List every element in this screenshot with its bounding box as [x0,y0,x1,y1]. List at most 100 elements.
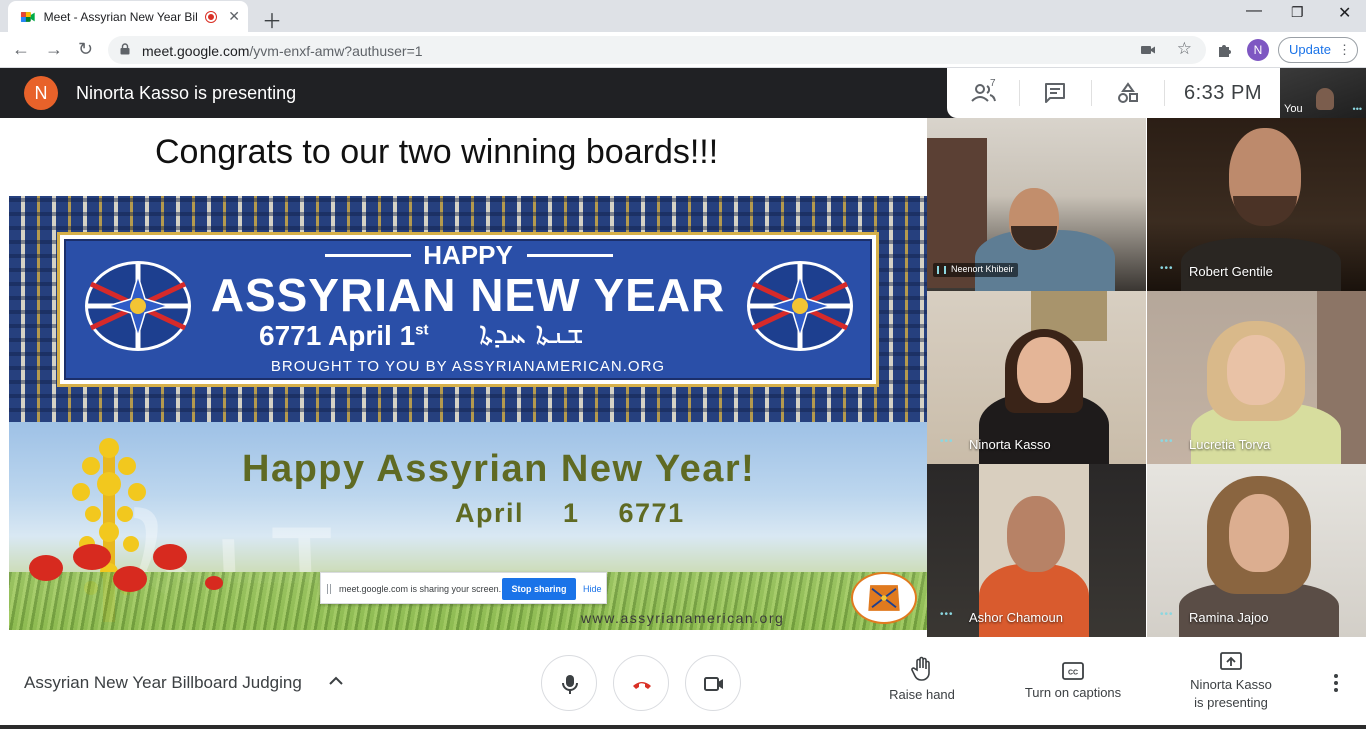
restore-window-icon[interactable]: ❐ [1291,4,1304,21]
audio-dots-icon: ••• [940,609,954,620]
close-window-icon[interactable]: ✕ [1338,3,1351,23]
url-text: meet.google.com/yvm-enxf-amw?authuser=1 [142,43,423,59]
audio-dots-icon: ••• [1160,436,1174,447]
billboard-1-syriac-text: ܫܢܬܐ ܚܕܬܐ [479,316,585,351]
participant-face [1227,335,1285,405]
browser-tab-strip: Meet - Assyrian New Year Bil ✕ ＋ — ❐ ✕ [0,0,1366,34]
self-view-tile[interactable]: You ••• [1280,68,1366,118]
participant-tile[interactable]: Neenort Khibeir [927,118,1146,291]
participant-beard [1233,196,1297,226]
assyrian-american-logo-icon [851,572,917,624]
participant-tile[interactable]: ••• Ashor Chamoun [927,464,1146,637]
captions-button[interactable]: CC Turn on captions [1014,662,1132,702]
self-view-label: You [1284,103,1303,115]
address-bar[interactable]: meet.google.com/yvm-enxf-amw?authuser=1 … [108,36,1206,64]
participant-tile[interactable]: ••• Ninorta Kasso [927,291,1146,464]
participants-button[interactable]: 7 [971,78,999,109]
taskbar-edge [0,725,1366,729]
present-now-button[interactable]: Ninorta Kasso is presenting [1180,652,1282,712]
poppy-flower-icon [73,544,111,570]
more-options-icon[interactable] [1328,672,1344,694]
raise-hand-label: Raise hand [889,687,955,702]
svg-text:CC: CC [1068,670,1078,677]
camera-permission-icon[interactable] [1140,43,1156,57]
closed-captions-icon: CC [1062,662,1084,680]
poppy-flower-icon [205,576,223,590]
video-camera-icon [704,677,723,691]
billboard-1-credit: BROUGHT TO YOU BY ASSYRIANAMERICAN.ORG [270,358,666,375]
divider [1019,80,1020,106]
participant-name: Ramina Jajoo [1189,610,1269,625]
billboard-2-date: April 1 6771 [455,498,685,528]
participant-name: Robert Gentile [1189,264,1273,279]
speaker-label: Neenort Khibeir [933,263,1018,277]
update-label: Update [1289,42,1331,57]
chevron-up-icon[interactable] [327,672,345,690]
billboard-1-date: 6771 April 1st [259,320,429,352]
participant-count: 7 [990,78,996,89]
chat-button[interactable] [1044,82,1066,109]
participant-name: Lucretia Torva [1189,437,1271,452]
microphone-icon [562,675,578,694]
billboard-1-date-suffix: st [415,321,429,339]
billboard-2-website: www.assyrianamerican.org [581,610,785,626]
new-tab-button[interactable]: ＋ [262,5,282,34]
bookmark-star-icon[interactable]: ☆ [1177,39,1192,59]
tab-close-icon[interactable]: ✕ [228,8,240,25]
participant-face [1017,337,1071,403]
billboard-1-happy: HAPPY [423,240,513,270]
drag-handle-icon[interactable] [327,584,331,594]
minimize-window-icon[interactable]: — [1246,2,1262,20]
billboard-1-title: ASSYRIAN NEW YEAR [210,269,726,321]
raise-hand-button[interactable]: Raise hand [880,656,964,704]
extensions-puzzle-icon[interactable] [1216,41,1234,59]
back-arrow-icon[interactable]: ← [12,39,30,60]
recording-indicator-icon [205,10,218,23]
hide-notice-button[interactable]: Hide [583,584,602,594]
poppy-flower-icon [153,544,187,570]
update-button[interactable]: Update ⋮ [1278,37,1358,63]
url-path: /yvm-enxf-amw?authuser=1 [249,43,423,59]
chat-icon [1045,83,1065,103]
billboard-1-date-main: 6771 April 1 [259,320,416,351]
browser-tab[interactable]: Meet - Assyrian New Year Bil ✕ [8,1,248,32]
participant-tile[interactable]: ••• Ramina Jajoo [1147,464,1366,637]
self-view-person [1316,88,1334,110]
divider [1091,80,1092,106]
divider [1164,80,1165,106]
microphone-button[interactable] [541,655,597,711]
presenting-label-line1: Ninorta Kasso [1190,677,1272,692]
participant-name: Neenort Khibeir [951,264,1014,274]
hang-up-icon [633,682,651,689]
activities-button[interactable] [1117,82,1139,109]
slide-heading: Congrats to our two winning boards!!! [155,133,719,171]
raise-hand-icon [911,656,930,681]
captions-label: Turn on captions [1024,685,1122,700]
forward-arrow-icon[interactable]: → [45,39,63,60]
billboard-1: HAPPY ASSYRIAN NEW YEAR 6771 April 1st ܫ… [9,196,927,422]
leave-call-button[interactable] [613,655,669,711]
participant-tile[interactable]: ••• Lucretia Torva [1147,291,1366,464]
self-audio-dots-icon: ••• [1352,104,1362,114]
poppy-flower-icon [29,555,63,581]
meeting-controls-bar: Assyrian New Year Billboard Judging Rais… [0,638,1366,729]
audio-level-icon [937,266,946,274]
screen-share-notice: meet.google.com is sharing your screen. … [320,572,607,604]
profile-avatar[interactable]: N [1247,39,1269,61]
stop-sharing-button[interactable]: Stop sharing [502,578,576,600]
audio-dots-icon: ••• [940,436,954,447]
reload-icon[interactable]: ↻ [78,39,93,60]
participant-body [979,564,1089,637]
url-host: meet.google.com [142,43,250,59]
audio-dots-icon: ••• [1160,263,1174,274]
participant-tile[interactable]: ••• Robert Gentile [1147,118,1366,291]
presenter-avatar: N [24,76,58,110]
activities-shapes-icon [1118,82,1138,103]
google-meet-favicon-icon [20,11,35,22]
participant-name: Ninorta Kasso [969,437,1051,452]
camera-button[interactable] [685,655,741,711]
present-screen-icon [1220,652,1242,670]
billboard-2-title: Happy Assyrian New Year! [242,448,756,490]
meeting-title[interactable]: Assyrian New Year Billboard Judging [24,673,302,693]
browser-menu-icon[interactable]: ⋮ [1338,38,1351,62]
